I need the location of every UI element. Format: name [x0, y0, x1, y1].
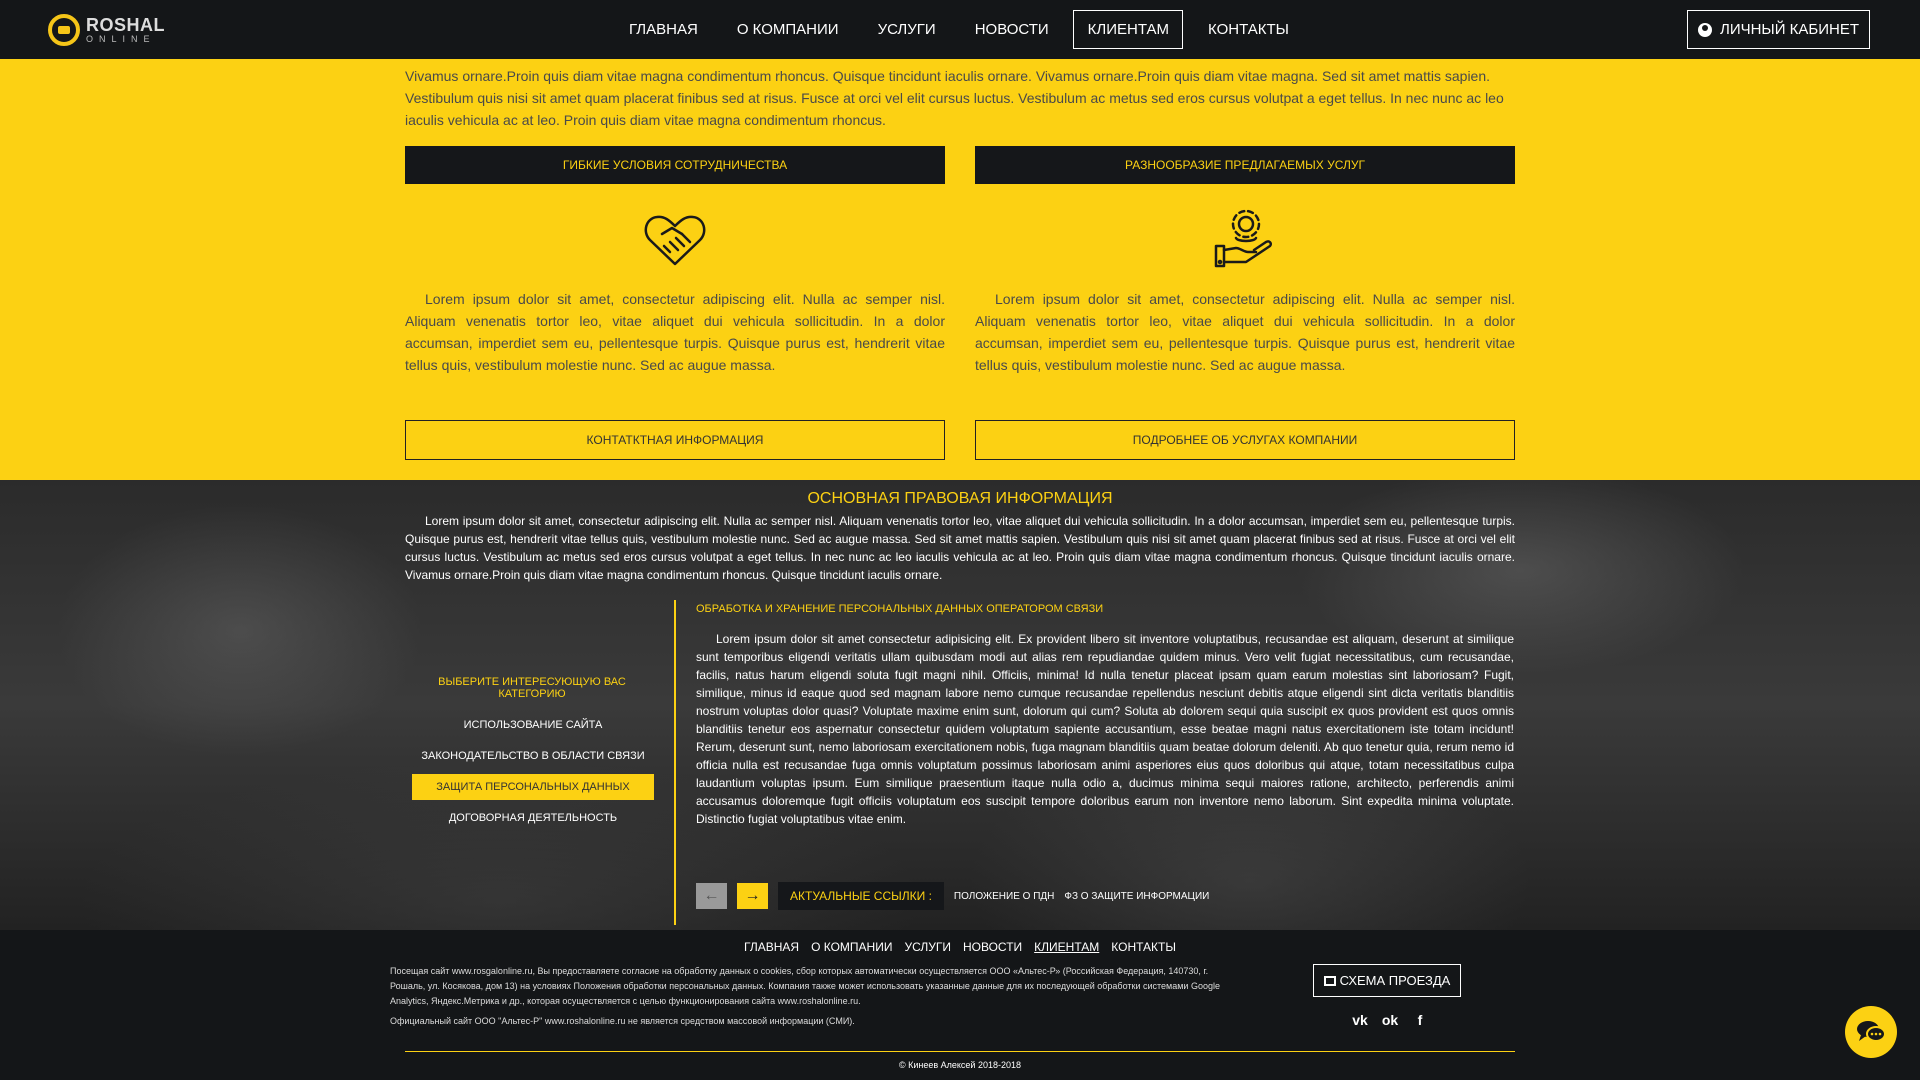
footer-nav-contacts[interactable]: КОНТАКТЫ: [1111, 940, 1176, 954]
nav-item-news[interactable]: НОВОСТИ: [960, 10, 1063, 49]
account-button[interactable]: ЛИЧНЫЙ КАБИНЕТ: [1687, 10, 1870, 49]
route-map-label: СХЕМА ПРОЕЗДА: [1339, 973, 1451, 988]
footer-nav: ГЛАВНАЯ О КОМПАНИИ УСЛУГИ НОВОСТИ КЛИЕНТ…: [0, 940, 1920, 954]
logo-subtitle: ONLINE: [86, 34, 156, 44]
feature-card-services: РАЗНООБРАЗИЕ ПРЕДЛАГАЕМЫХ УСЛУГ Lorem ip…: [975, 146, 1515, 376]
nav-item-services[interactable]: УСЛУГИ: [863, 10, 950, 49]
facebook-icon[interactable]: f: [1405, 1012, 1435, 1028]
feature-text: Lorem ipsum dolor sit amet, consectetur …: [405, 291, 945, 373]
chat-icon[interactable]: [1845, 1006, 1897, 1058]
article-pager: ← → АКТУАЛЬНЫЕ ССЫЛКИ : ПОЛОЖЕНИЕ О ПДН …: [696, 882, 1209, 910]
contact-info-button[interactable]: КОНТАТКТНАЯ ИНФОРМАЦИЯ: [405, 420, 945, 460]
nav-item-clients[interactable]: КЛИЕНТАМ: [1072, 10, 1184, 49]
intro-paragraph: Vivamus ornare.Proin quis diam vitae mag…: [405, 68, 1504, 128]
service-hand-icon: [1214, 209, 1273, 268]
legal-section: ОСНОВНАЯ ПРАВОВАЯ ИНФОРМАЦИЯ Lorem ipsum…: [0, 480, 1920, 930]
account-button-label: ЛИЧНЫЙ КАБИНЕТ: [1719, 21, 1860, 38]
footer-nav-home[interactable]: ГЛАВНАЯ: [744, 940, 799, 954]
footer: ГЛАВНАЯ О КОМПАНИИ УСЛУГИ НОВОСТИ КЛИЕНТ…: [0, 930, 1920, 1080]
footer-divider: [405, 1051, 1515, 1052]
next-arrow-icon[interactable]: →: [737, 883, 768, 909]
footer-nav-clients[interactable]: КЛИЕНТАМ: [1034, 940, 1099, 954]
copyright: © Кинеев Алексей 2018-2018: [898, 1060, 1022, 1070]
feature-title: РАЗНООБРАЗИЕ ПРЕДЛАГАЕМЫХ УСЛУГ: [975, 146, 1515, 184]
category-personal-data[interactable]: ЗАЩИТА ПЕРСОНАЛЬНЫХ ДАННЫХ: [412, 774, 654, 800]
top-navbar: ROSHAL ONLINE ГЛАВНАЯ О КОМПАНИИ УСЛУГИ …: [0, 0, 1920, 59]
footer-nav-news[interactable]: НОВОСТИ: [963, 940, 1022, 954]
legal-title: ОСНОВНАЯ ПРАВОВАЯ ИНФОРМАЦИЯ: [807, 490, 1113, 507]
category-communications-law[interactable]: ЗАКОНОДАТЕЛЬСТВО В ОБЛАСТИ СВЯЗИ: [412, 743, 654, 769]
divider: [674, 600, 676, 925]
social-links: vk ok f: [1345, 1012, 1435, 1028]
feature-title: ГИБКИЕ УСЛОВИЯ СОТРУДНИЧЕСТВА: [405, 146, 945, 184]
user-icon: [1697, 22, 1712, 37]
article-title: ОБРАБОТКА И ХРАНЕНИЕ ПЕРСОНАЛЬНЫХ ДАННЫХ…: [696, 603, 1104, 615]
footer-nav-about[interactable]: О КОМПАНИИ: [811, 940, 892, 954]
route-map-button[interactable]: СХЕМА ПРОЕЗДА: [1313, 964, 1461, 997]
main-nav: ГЛАВНАЯ О КОМПАНИИ УСЛУГИ НОВОСТИ КЛИЕНТ…: [614, 10, 1313, 49]
footer-nav-services[interactable]: УСЛУГИ: [904, 940, 951, 954]
cookie-notice: Посещая сайт www.rosgalonline.ru, Вы пре…: [390, 964, 1240, 1029]
services-details-button[interactable]: ПОДРОБНЕЕ ОБ УСЛУГАХ КОМПАНИИ: [975, 420, 1515, 460]
feature-text: Lorem ipsum dolor sit amet, consectetur …: [975, 291, 1515, 373]
article-body: Lorem ipsum dolor sit amet consectetur a…: [696, 632, 1514, 826]
advantages-section: Vivamus ornare.Proin quis diam vitae mag…: [0, 59, 1920, 480]
nav-item-contacts[interactable]: КОНТАКТЫ: [1193, 10, 1303, 49]
prev-arrow-icon[interactable]: ←: [696, 883, 727, 909]
category-prompt: ВЫБЕРИТЕ ИНТЕРЕСУЮЩУЮ ВАС КАТЕГОРИЮ: [438, 676, 626, 700]
legal-intro: Lorem ipsum dolor sit amet, consectetur …: [405, 514, 1515, 582]
nav-item-about[interactable]: О КОМПАНИИ: [722, 10, 853, 49]
link-pdn-regulation[interactable]: ПОЛОЖЕНИЕ О ПДН: [954, 891, 1054, 902]
category-site-usage[interactable]: ИСПОЛЬЗОВАНИЕ САЙТА: [412, 712, 654, 738]
handshake-icon: [644, 215, 706, 266]
link-info-protection-law[interactable]: ФЗ О ЗАЩИТЕ ИНФОРМАЦИИ: [1064, 891, 1209, 902]
logo-icon: [48, 14, 80, 46]
nav-item-home[interactable]: ГЛАВНАЯ: [614, 10, 712, 49]
logo[interactable]: ROSHAL ONLINE: [48, 14, 165, 46]
category-list: ИСПОЛЬЗОВАНИЕ САЙТА ЗАКОНОДАТЕЛЬСТВО В О…: [412, 712, 654, 836]
cookie-notice-text: Посещая сайт www.rosgalonline.ru, Вы пре…: [390, 966, 1220, 1006]
logo-title: ROSHAL: [86, 15, 165, 35]
feature-card-flexible: ГИБКИЕ УСЛОВИЯ СОТРУДНИЧЕСТВА Lorem ipsu…: [405, 146, 945, 376]
links-label: АКТУАЛЬНЫЕ ССЫЛКИ :: [778, 882, 944, 910]
odnoklassniki-icon[interactable]: ok: [1375, 1012, 1405, 1028]
media-disclaimer: Официальный сайт ООО "Альтес-Р" www.rosh…: [390, 1016, 855, 1026]
category-contracts[interactable]: ДОГОВОРНАЯ ДЕЯТЕЛЬНОСТЬ: [412, 805, 654, 831]
map-icon: [1323, 975, 1336, 986]
vk-icon[interactable]: vk: [1345, 1012, 1375, 1028]
chat-bubbles-icon: [1857, 1021, 1886, 1042]
